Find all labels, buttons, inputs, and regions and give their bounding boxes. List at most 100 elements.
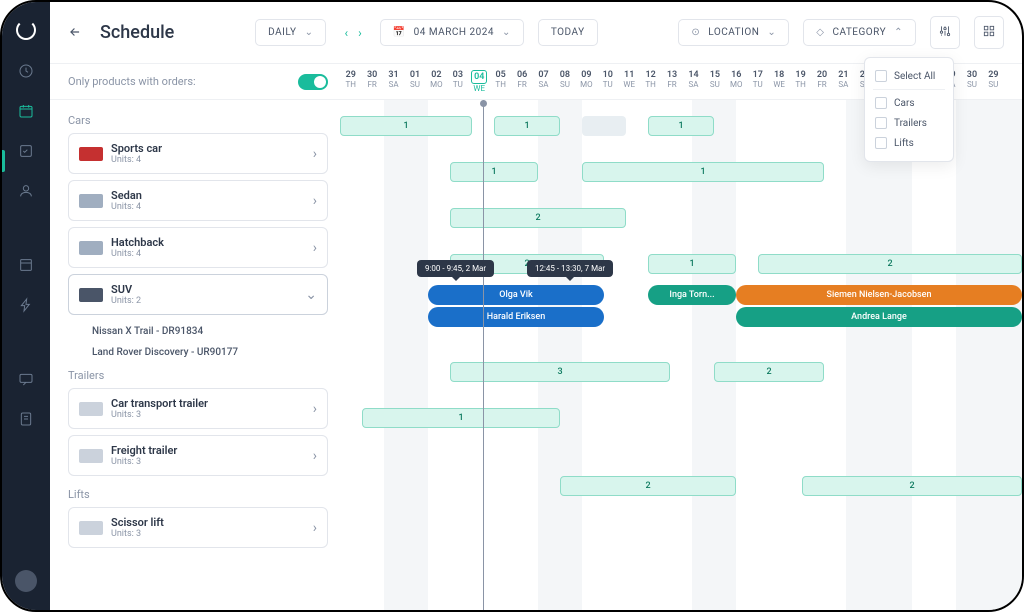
- timeline-bar[interactable]: Siemen Nielsen-Jacobsen: [736, 285, 1022, 305]
- history-icon[interactable]: [17, 62, 35, 80]
- product-card[interactable]: Car transport trailerUnits: 3 ›: [68, 388, 328, 429]
- day-column[interactable]: 13FR: [661, 65, 682, 98]
- day-column[interactable]: 15SU: [704, 65, 725, 98]
- products-panel: Cars Sports carUnits: 4 › SedanUnits: 4 …: [50, 100, 340, 610]
- category-option[interactable]: Trailers: [873, 113, 945, 133]
- calendar-small-icon: 📅: [393, 27, 406, 38]
- category-label: Trailers: [68, 363, 328, 388]
- timeline-bar[interactable]: 1: [340, 116, 472, 136]
- timeline-bar[interactable]: 1: [494, 116, 560, 136]
- brand-logo: [16, 20, 36, 40]
- date-picker[interactable]: 📅04 MARCH 2024⌄: [380, 19, 524, 46]
- day-column[interactable]: 30SU: [961, 65, 982, 98]
- tag-icon: ◇: [816, 27, 824, 38]
- day-column[interactable]: 29SU: [983, 65, 1004, 98]
- person-icon[interactable]: [17, 182, 35, 200]
- location-select[interactable]: ⊙LOCATION⌄: [678, 19, 789, 46]
- timeline-bar[interactable]: Olga Vik: [428, 285, 604, 305]
- day-column[interactable]: 05TH: [490, 65, 511, 98]
- chevron-right-icon: ›: [313, 448, 317, 464]
- day-column[interactable]: 04WE: [469, 65, 490, 98]
- product-thumbnail: [79, 241, 103, 255]
- product-card[interactable]: HatchbackUnits: 4 ›: [68, 227, 328, 268]
- day-column[interactable]: 17TU: [747, 65, 768, 98]
- timeline-bar[interactable]: Andrea Lange: [736, 307, 1022, 327]
- bolt-icon[interactable]: [17, 296, 35, 314]
- sub-item[interactable]: Land Rover Discovery - UR90177: [68, 342, 328, 363]
- day-column[interactable]: 19TH: [790, 65, 811, 98]
- avatar[interactable]: [15, 570, 37, 592]
- doc-icon[interactable]: [17, 410, 35, 428]
- category-option[interactable]: Cars: [873, 93, 945, 113]
- chevron-right-icon: ›: [313, 193, 317, 209]
- grid-icon[interactable]: [974, 16, 1004, 49]
- timeline-bar[interactable]: 2: [802, 476, 1022, 496]
- chevron-down-icon: ⌄: [305, 287, 317, 303]
- chevron-right-icon: ›: [313, 240, 317, 256]
- time-tooltip: 12:45 - 13:30, 7 Mar: [527, 260, 613, 277]
- product-thumbnail: [79, 449, 103, 463]
- timeline-bar[interactable]: [582, 116, 626, 136]
- timeline-bar[interactable]: Inga Torn...: [648, 285, 736, 305]
- product-card[interactable]: Scissor liftUnits: 3 ›: [68, 507, 328, 548]
- package-icon[interactable]: [17, 256, 35, 274]
- timeline-bar[interactable]: 1: [362, 408, 560, 428]
- view-mode-select[interactable]: DAILY⌄: [255, 19, 326, 46]
- sub-item[interactable]: Nissan X Trail - DR91834: [68, 321, 328, 342]
- timeline-bar[interactable]: 2: [758, 254, 1022, 274]
- product-card[interactable]: Freight trailerUnits: 3 ›: [68, 435, 328, 476]
- timeline-bar[interactable]: 1: [648, 116, 714, 136]
- chevron-right-icon: ›: [313, 401, 317, 417]
- back-button[interactable]: [68, 24, 86, 42]
- timeline-bar[interactable]: 2: [560, 476, 736, 496]
- chat-icon[interactable]: [17, 370, 35, 388]
- category-option[interactable]: Lifts: [873, 133, 945, 153]
- timeline-bar[interactable]: 1: [648, 254, 736, 274]
- day-column[interactable]: 18WE: [768, 65, 789, 98]
- calendar-icon[interactable]: [17, 102, 35, 120]
- filter-label: Only products with orders:: [68, 75, 196, 88]
- day-column[interactable]: 30FR: [361, 65, 382, 98]
- day-column[interactable]: 02MO: [426, 65, 447, 98]
- day-column[interactable]: 14SA: [683, 65, 704, 98]
- day-column[interactable]: 09MO: [576, 65, 597, 98]
- today-indicator-line: [483, 100, 484, 610]
- category-select[interactable]: ◇CATEGORY⌃: [803, 19, 916, 46]
- chevron-right-icon: ›: [313, 146, 317, 162]
- timeline-bar[interactable]: 2: [714, 362, 824, 382]
- time-tooltip: 9:00 - 9:45, 2 Mar: [417, 260, 494, 277]
- day-column[interactable]: 07SA: [533, 65, 554, 98]
- category-dropdown: Select All Cars Trailers Lifts: [864, 57, 954, 162]
- timeline-bar[interactable]: Harald Eriksen: [428, 307, 604, 327]
- product-card[interactable]: SUVUnits: 2 ⌄: [68, 274, 328, 315]
- timeline-bar[interactable]: 2: [450, 208, 626, 228]
- today-button[interactable]: TODAY: [538, 19, 598, 46]
- day-column[interactable]: 03TU: [447, 65, 468, 98]
- day-column[interactable]: 11WE: [618, 65, 639, 98]
- checklist-icon[interactable]: [17, 142, 35, 160]
- day-column[interactable]: 31SA: [383, 65, 404, 98]
- prev-button[interactable]: ‹: [340, 20, 352, 46]
- settings-icon[interactable]: [930, 16, 960, 49]
- day-column[interactable]: 29TH: [340, 65, 361, 98]
- day-column[interactable]: 20FR: [811, 65, 832, 98]
- day-column[interactable]: 21SA: [833, 65, 854, 98]
- category-option-select-all[interactable]: Select All: [873, 66, 945, 86]
- day-column[interactable]: 10TU: [597, 65, 618, 98]
- product-card[interactable]: Sports carUnits: 4 ›: [68, 133, 328, 174]
- timeline-bar[interactable]: 1: [582, 162, 824, 182]
- category-label: Lifts: [68, 482, 328, 507]
- chevron-right-icon: ›: [313, 520, 317, 536]
- next-button[interactable]: ›: [354, 20, 366, 46]
- day-column[interactable]: 12TH: [640, 65, 661, 98]
- day-column[interactable]: 16MO: [726, 65, 747, 98]
- filter-toggle[interactable]: [298, 74, 328, 90]
- day-column[interactable]: 01SU: [404, 65, 425, 98]
- day-column[interactable]: 08SU: [554, 65, 575, 98]
- category-label: Cars: [68, 108, 328, 133]
- page-title: Schedule: [100, 22, 174, 43]
- timeline-bar[interactable]: 1: [450, 162, 538, 182]
- product-thumbnail: [79, 194, 103, 208]
- day-column[interactable]: 06FR: [511, 65, 532, 98]
- product-card[interactable]: SedanUnits: 4 ›: [68, 180, 328, 221]
